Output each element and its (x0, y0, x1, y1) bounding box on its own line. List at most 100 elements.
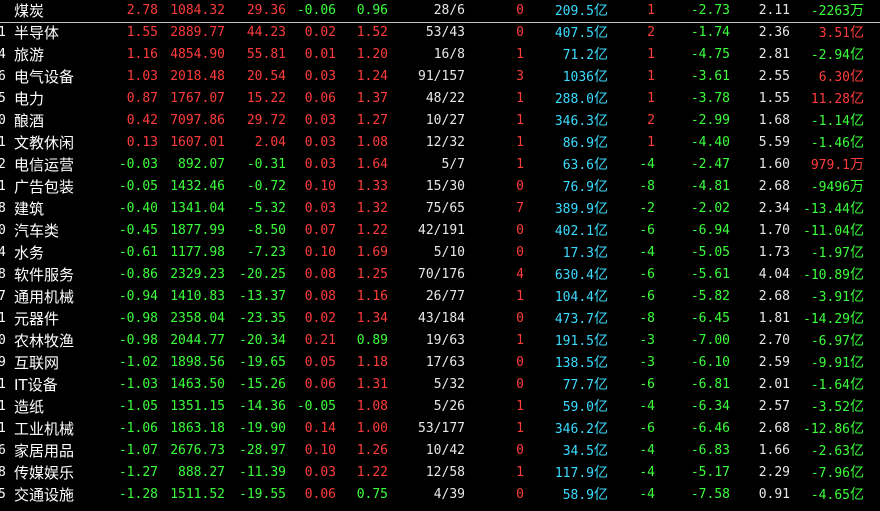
table-row[interactable]: 4 旅游 1.16 4854.90 55.81 0.01 1.20 16/8 1 71.2亿 1 -4… (0, 44, 880, 66)
table-row[interactable]: 1 元器件 -0.98 2358.04 -23.35 0.02 1.34 43/184 0 473… (0, 308, 880, 330)
limit-up-count: 0 (516, 25, 524, 40)
limit-up-count: 1 (516, 399, 524, 414)
sector-name[interactable]: 文教休闲 (14, 133, 114, 153)
table-row[interactable]: 8 建筑 -0.40 1341.04 -5.32 0.03 1.32 75/65 7 389.9亿… (0, 198, 880, 220)
rise-speed: 0.03 (304, 69, 336, 84)
sector-name[interactable]: 工业机械 (14, 419, 114, 439)
net-inflow: -14.29亿 (803, 311, 864, 327)
table-row[interactable]: 5 交通设施 -1.28 1511.52 -19.55 0.06 0.75 4/39 0 58.9… (0, 484, 880, 506)
table-row[interactable]: 5 电力 0.87 1767.07 15.22 0.06 1.37 48/22 1 288.0亿 1… (0, 88, 880, 110)
turnover-amount: 59.0亿 (562, 399, 608, 415)
sector-name[interactable]: 元器件 (14, 309, 114, 329)
rise-speed: -0.05 (296, 399, 336, 414)
table-row[interactable]: 6 家居用品 -1.07 2676.73 -28.97 0.10 1.26 10/42 0 34.… (0, 440, 880, 462)
sector-name[interactable]: 软件服务 (14, 265, 114, 285)
sector-name[interactable]: 农林牧渔 (14, 331, 114, 351)
volume-ratio: 1.18 (356, 355, 388, 370)
sector-name[interactable]: 通用机械 (14, 287, 114, 307)
limit-up-count: 4 (516, 267, 524, 282)
table-row[interactable]: 6 电气设备 1.03 2018.48 20.54 0.03 1.24 91/157 3 1036… (0, 66, 880, 88)
change-amount: -23.35 (239, 311, 286, 326)
leading-percent: -1.74 (690, 25, 730, 40)
leading-stock-rank: -6 (639, 289, 655, 304)
rise-speed: 0.07 (304, 223, 336, 238)
table-row[interactable]: 8 软件服务 -0.86 2329.23 -20.25 0.08 1.25 70/176 4 63… (0, 264, 880, 286)
turnover-amount: 17.3亿 (562, 245, 608, 261)
table-row[interactable]: 0 汽车类 -0.45 1877.99 -8.50 0.07 1.22 42/191 0 402.… (0, 220, 880, 242)
sector-name[interactable]: 半导体 (14, 23, 114, 43)
turnover-amount: 1036亿 (562, 69, 608, 85)
rise-speed: 0.21 (304, 333, 336, 348)
table-row[interactable]: 0 农林牧渔 -0.98 2044.77 -20.34 0.21 0.89 19/63 1 191… (0, 330, 880, 352)
sector-name[interactable]: 传媒娱乐 (14, 463, 114, 483)
row-index: 4 (0, 245, 6, 260)
index-price: 1432.46 (170, 179, 225, 194)
turnover-amount: 288.0亿 (554, 91, 608, 107)
change-percent: -0.98 (118, 333, 158, 348)
limit-up-count: 1 (516, 113, 524, 128)
table-row[interactable]: 1 造纸 -1.05 1351.15 -14.36 -0.05 1.08 5/26 1 59.0亿… (0, 396, 880, 418)
sector-name[interactable]: IT设备 (14, 375, 114, 395)
turnover-amount: 138.5亿 (554, 355, 608, 371)
limit-up-count: 0 (516, 311, 524, 326)
up-down-count: 12/58 (425, 465, 465, 480)
leading-percent: -3.61 (690, 69, 730, 84)
table-row[interactable]: 8 传媒娱乐 -1.27 888.27 -11.39 0.03 1.22 12/58 1 117.… (0, 462, 880, 484)
rise-speed: 0.02 (304, 311, 336, 326)
limit-up-count: 1 (516, 421, 524, 436)
table-row[interactable]: 9 互联网 -1.02 1898.56 -19.65 0.05 1.18 17/63 0 138.… (0, 352, 880, 374)
row-index: 7 (0, 289, 6, 304)
leading-stock-rank: -8 (639, 311, 655, 326)
sector-name[interactable]: 互联网 (14, 353, 114, 373)
table-row[interactable]: 7 通用机械 -0.94 1410.83 -13.37 0.08 1.16 26/77 1 104… (0, 286, 880, 308)
change-amount: -0.31 (246, 157, 286, 172)
table-row[interactable]: 1 文教休闲 0.13 1607.01 2.04 0.03 1.08 12/32 1 86.9亿 1… (0, 132, 880, 154)
leading-stock-rank: -8 (639, 179, 655, 194)
limit-up-count: 3 (516, 69, 524, 84)
change-amount: -5.32 (246, 201, 286, 216)
leading-stock-rank: -4 (639, 487, 655, 502)
table-row[interactable]: 2 电信运营 -0.03 892.07 -0.31 0.03 1.64 5/7 1 63.6亿 -4… (0, 154, 880, 176)
sector-name[interactable]: 电气设备 (14, 67, 114, 87)
turnover-amount: 402.1亿 (554, 223, 608, 239)
sector-name[interactable]: 交通设施 (14, 485, 114, 505)
rise-speed: 0.03 (304, 113, 336, 128)
sector-name[interactable]: 造纸 (14, 397, 114, 417)
sector-name[interactable]: 家居用品 (14, 441, 114, 461)
sector-name[interactable]: 建筑 (14, 199, 114, 219)
index-price: 1607.01 (170, 135, 225, 150)
table-row[interactable]: 1 IT设备 -1.03 1463.50 -15.26 0.06 1.31 5/32 0 77.7… (0, 374, 880, 396)
up-down-count: 10/42 (425, 443, 465, 458)
row-index: 8 (0, 201, 6, 216)
sector-name[interactable]: 旅游 (14, 45, 114, 65)
volume-ratio: 1.22 (356, 223, 388, 238)
leading-percent: -4.75 (690, 47, 730, 62)
sector-name[interactable]: 广告包装 (14, 177, 114, 197)
sector-name[interactable]: 水务 (14, 243, 114, 263)
table-row[interactable]: 煤炭 2.78 1084.32 29.36 -0.06 0.96 28/6 0 209.5亿 1 -… (0, 0, 880, 23)
index-price: 1877.99 (170, 223, 225, 238)
index-price: 888.27 (178, 465, 225, 480)
table-row[interactable]: 1 半导体 1.55 2889.77 44.23 0.02 1.52 53/43 0 407.5亿… (0, 22, 880, 44)
sector-name[interactable]: 煤炭 (14, 1, 114, 21)
index-price: 1351.15 (170, 399, 225, 414)
up-down-count: 19/63 (425, 333, 465, 348)
index-price: 2676.73 (170, 443, 225, 458)
rise-speed: 0.08 (304, 289, 336, 304)
sector-name[interactable]: 电力 (14, 89, 114, 109)
table-row[interactable]: 1 工业机械 -1.06 1863.18 -19.90 0.14 1.00 53/177 1 34… (0, 418, 880, 440)
volume-ratio: 1.31 (356, 377, 388, 392)
change-percent: -0.61 (118, 245, 158, 260)
volume-ratio: 1.08 (356, 135, 388, 150)
rise-speed: 0.03 (304, 201, 336, 216)
rise-speed: 0.06 (304, 377, 336, 392)
table-row[interactable]: 4 水务 -0.61 1177.98 -7.23 0.10 1.69 5/10 0 17.3亿 -4… (0, 242, 880, 264)
row-index: 8 (0, 465, 6, 480)
sector-name[interactable]: 酿酒 (14, 111, 114, 131)
table-row[interactable]: 0 酿酒 0.42 7097.86 29.72 0.03 1.27 10/27 1 346.3亿 2… (0, 110, 880, 132)
rise-speed: 0.02 (304, 25, 336, 40)
sector-name[interactable]: 汽车类 (14, 221, 114, 241)
up-down-count: 53/177 (418, 421, 465, 436)
sector-name[interactable]: 电信运营 (14, 155, 114, 175)
table-row[interactable]: 1 广告包装 -0.05 1432.46 -0.72 0.10 1.33 15/30 0 76.9… (0, 176, 880, 198)
